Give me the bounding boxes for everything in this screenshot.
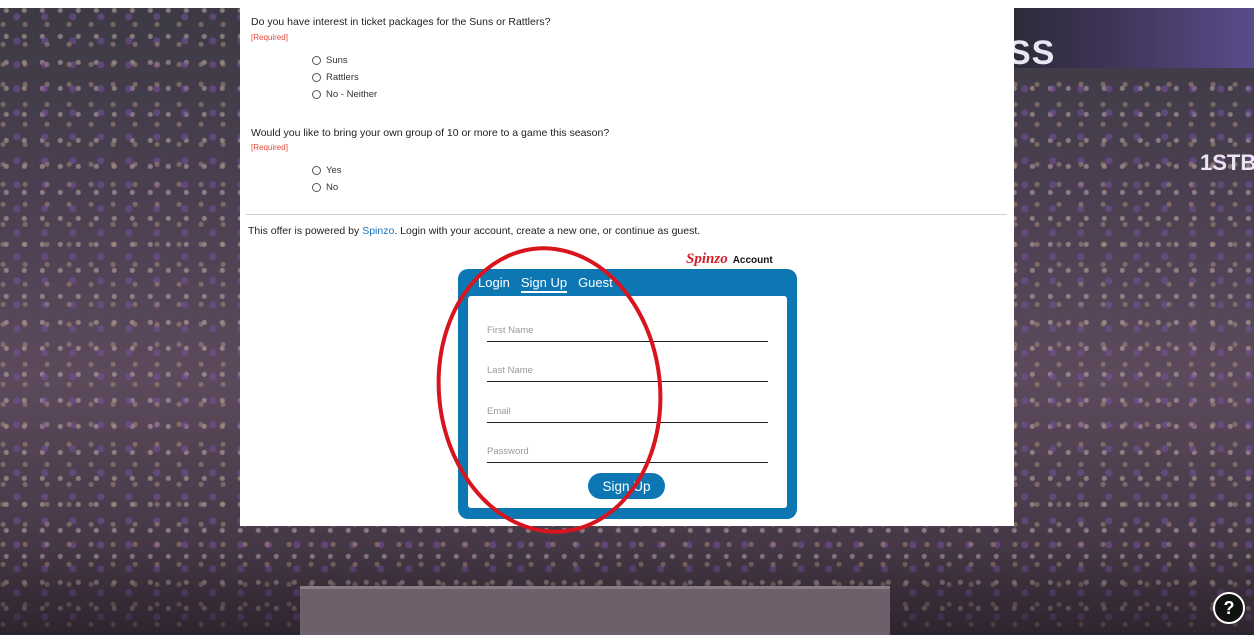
question-mark-icon: ?	[1223, 597, 1235, 618]
radio-option-rattlers[interactable]: Rattlers	[312, 72, 359, 83]
survey-panel: Do you have interest in ticket packages …	[240, 0, 1014, 526]
radio-option-neither[interactable]: No - Neither	[312, 89, 377, 100]
radio-label: Rattlers	[326, 72, 359, 83]
radio-button[interactable]	[312, 166, 321, 175]
tab-sign-up[interactable]: Sign Up	[520, 275, 568, 293]
question-ticket-packages: Do you have interest in ticket packages …	[251, 16, 551, 28]
powered-by-suffix: . Login with your account, create a new …	[394, 225, 701, 237]
section-divider	[246, 214, 1007, 215]
question-group-booking: Would you like to bring your own group o…	[251, 127, 610, 139]
arena-banner-text: SS	[1008, 34, 1056, 72]
powered-by-text: This offer is powered by Spinzo. Login w…	[248, 225, 700, 237]
radio-button[interactable]	[312, 56, 321, 65]
account-tabs: Login Sign Up Guest	[478, 275, 613, 293]
required-label: [Required]	[251, 143, 288, 152]
sign-up-button[interactable]: Sign Up	[588, 473, 665, 499]
arena-side-text: 1STBA	[1200, 150, 1254, 175]
tab-guest[interactable]: Guest	[578, 275, 613, 293]
radio-label: Yes	[326, 165, 342, 176]
sign-up-form: Sign Up	[468, 296, 787, 508]
help-button[interactable]: ?	[1213, 592, 1245, 624]
first-name-input[interactable]	[487, 319, 768, 342]
spinzo-link[interactable]: Spinzo	[362, 225, 394, 237]
radio-button[interactable]	[312, 73, 321, 82]
last-name-input[interactable]	[487, 359, 768, 382]
powered-by-prefix: This offer is powered by	[248, 225, 363, 237]
spinzo-account-heading: Spinzo Account	[686, 251, 773, 268]
radio-label: No - Neither	[326, 89, 378, 100]
radio-option-yes[interactable]: Yes	[312, 165, 342, 176]
radio-option-suns[interactable]: Suns	[312, 55, 348, 66]
account-label: Account	[732, 255, 773, 266]
email-input[interactable]	[487, 400, 768, 423]
scorer-table	[300, 586, 890, 635]
radio-label: No	[326, 182, 339, 193]
password-input[interactable]	[487, 440, 768, 463]
spinzo-logo: Spinzo	[686, 251, 728, 267]
account-card: Login Sign Up Guest Sign Up	[458, 269, 797, 519]
radio-button[interactable]	[312, 90, 321, 99]
radio-label: Suns	[326, 55, 348, 66]
required-label: [Required]	[251, 33, 288, 42]
tab-login[interactable]: Login	[478, 275, 510, 293]
radio-option-no[interactable]: No	[312, 182, 338, 193]
radio-button[interactable]	[312, 183, 321, 192]
